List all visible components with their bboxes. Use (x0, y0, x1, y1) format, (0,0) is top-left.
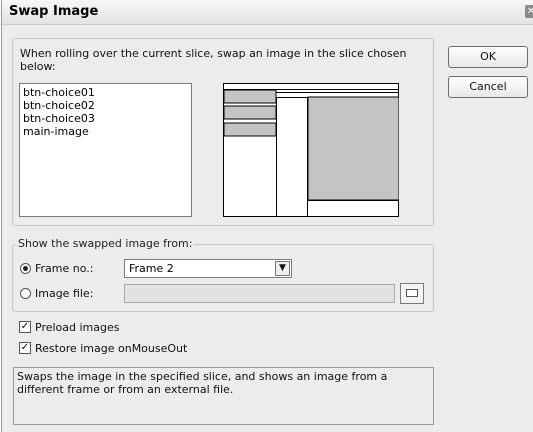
frame-radio[interactable] (20, 263, 31, 274)
list-item[interactable]: btn-choice03 (23, 112, 188, 125)
cancel-button[interactable]: Cancel (448, 76, 528, 98)
slice-btn-choice03 (223, 122, 277, 137)
frame-select-value: Frame 2 (129, 262, 174, 275)
frame-label: Frame no.: (35, 262, 94, 275)
list-item[interactable]: btn-choice02 (23, 99, 188, 112)
slice-main-image (307, 96, 399, 201)
image-file-label: Image file: (35, 287, 94, 300)
intro-text: When rolling over the current slice, swa… (20, 47, 407, 73)
image-file-field[interactable] (124, 284, 395, 303)
slice-list[interactable]: btn-choice01 btn-choice02 btn-choice03 m… (19, 83, 192, 217)
slice-btn-choice01 (223, 89, 277, 104)
browse-button[interactable] (400, 283, 424, 304)
list-item[interactable]: main-image (23, 125, 188, 138)
slice-btn-choice02 (223, 105, 277, 120)
swap-image-dialog: Swap Image ✕ When rolling over the curre… (1, 0, 533, 432)
restore-label: Restore image onMouseOut (35, 342, 188, 355)
chevron-down-icon[interactable]: ▼ (275, 261, 290, 276)
restore-checkbox[interactable]: ✓ (19, 342, 31, 354)
dialog-title: Swap Image (9, 4, 99, 19)
title-bar: Swap Image ✕ (2, 0, 533, 25)
preload-checkbox[interactable]: ✓ (19, 321, 31, 333)
image-file-radio[interactable] (20, 288, 31, 299)
source-legend: Show the swapped image from: (16, 237, 195, 250)
ok-button[interactable]: OK (448, 46, 528, 68)
slice-preview-diagram[interactable] (223, 83, 399, 217)
preload-label: Preload images (35, 321, 120, 334)
close-icon[interactable]: ✕ (525, 5, 533, 18)
list-item[interactable]: btn-choice01 (23, 86, 188, 99)
description-text: Swaps the image in the specified slice, … (13, 367, 434, 425)
frame-select[interactable]: Frame 2 ▼ (124, 259, 292, 278)
folder-icon (406, 289, 418, 297)
